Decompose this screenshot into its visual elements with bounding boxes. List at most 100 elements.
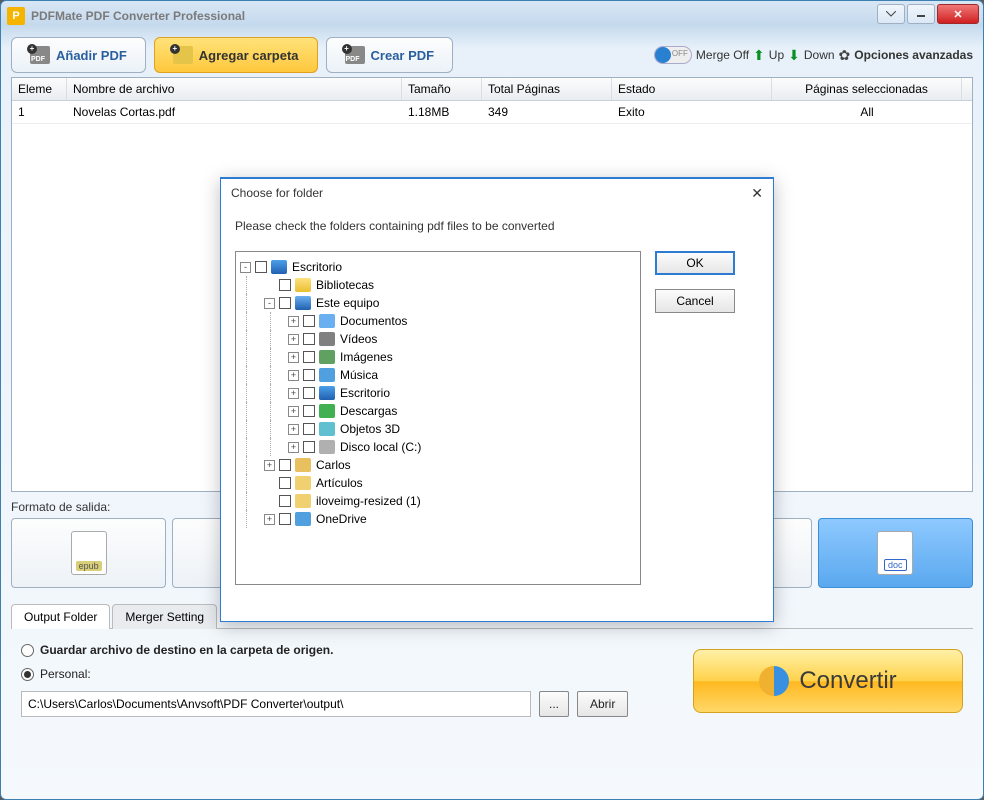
gear-icon[interactable]: ✿ bbox=[839, 47, 851, 64]
checkbox[interactable] bbox=[279, 495, 291, 507]
downloads-icon bbox=[319, 404, 335, 418]
tree-item[interactable]: +Carlos bbox=[240, 456, 636, 474]
obj3d-icon bbox=[319, 422, 335, 436]
browse-button[interactable]: ... bbox=[539, 691, 569, 717]
col-selected[interactable]: Páginas seleccionadas bbox=[772, 78, 962, 100]
close-button[interactable]: ✕ bbox=[937, 4, 979, 24]
expand-icon[interactable]: + bbox=[288, 370, 299, 381]
format-doc[interactable]: doc bbox=[818, 518, 973, 588]
dialog-close-icon[interactable]: ✕ bbox=[751, 185, 763, 202]
checkbox[interactable] bbox=[279, 513, 291, 525]
col-pages[interactable]: Total Páginas bbox=[482, 78, 612, 100]
tree-item[interactable]: Artículos bbox=[240, 474, 636, 492]
window-dropdown-button[interactable] bbox=[877, 4, 905, 24]
expand-icon[interactable]: + bbox=[288, 406, 299, 417]
folder-plus-icon: + bbox=[173, 46, 193, 64]
option-same-folder[interactable]: Guardar archivo de destino en la carpeta… bbox=[21, 643, 693, 657]
minimize-button[interactable] bbox=[907, 4, 935, 24]
tree-item[interactable]: Bibliotecas bbox=[240, 276, 636, 294]
collapse-icon[interactable]: - bbox=[240, 262, 251, 273]
tree-item[interactable]: - Escritorio bbox=[240, 258, 636, 276]
expand-icon[interactable]: + bbox=[264, 460, 275, 471]
tree-item[interactable]: +Descargas bbox=[240, 402, 636, 420]
up-label[interactable]: Up bbox=[769, 48, 784, 62]
option-custom-folder[interactable]: Personal: bbox=[21, 667, 693, 681]
checkbox[interactable] bbox=[279, 477, 291, 489]
disk-icon bbox=[319, 440, 335, 454]
add-folder-button[interactable]: + Agregar carpeta bbox=[154, 37, 318, 73]
expand-icon[interactable]: + bbox=[288, 424, 299, 435]
checkbox[interactable] bbox=[279, 297, 291, 309]
open-button[interactable]: Abrir bbox=[577, 691, 628, 717]
expand-icon[interactable]: + bbox=[288, 316, 299, 327]
pdf-plus-icon: + bbox=[30, 46, 50, 64]
expand-icon[interactable]: + bbox=[264, 514, 275, 525]
checkbox[interactable] bbox=[303, 423, 315, 435]
docs-icon bbox=[319, 314, 335, 328]
cancel-button[interactable]: Cancel bbox=[655, 289, 735, 313]
tree-item[interactable]: + Imágenes bbox=[240, 348, 636, 366]
checkbox[interactable] bbox=[303, 315, 315, 327]
down-arrow-icon[interactable]: ⬇ bbox=[788, 47, 800, 64]
videos-icon bbox=[319, 332, 335, 346]
format-epub[interactable]: epub bbox=[11, 518, 166, 588]
expand-icon[interactable]: + bbox=[288, 442, 299, 453]
tree-item[interactable]: + Vídeos bbox=[240, 330, 636, 348]
checkbox[interactable] bbox=[303, 387, 315, 399]
output-path-input[interactable] bbox=[21, 691, 531, 717]
expand-icon[interactable]: + bbox=[288, 334, 299, 345]
tree-item-label: Objetos 3D bbox=[340, 422, 400, 436]
tab-output-folder[interactable]: Output Folder bbox=[11, 604, 110, 629]
dialog-instruction: Please check the folders containing pdf … bbox=[235, 219, 759, 233]
tree-item-label: Escritorio bbox=[292, 260, 342, 274]
app-title: PDFMate PDF Converter Professional bbox=[31, 9, 877, 23]
tree-item-label: Disco local (C:) bbox=[340, 440, 421, 454]
expand-icon[interactable]: + bbox=[288, 388, 299, 399]
folder-icon bbox=[295, 494, 311, 508]
folder-tree[interactable]: - Escritorio Bibliotecas-Este equipo+Docum… bbox=[235, 251, 641, 585]
tree-item-label: Música bbox=[340, 368, 378, 382]
tree-item[interactable]: + Objetos 3D bbox=[240, 420, 636, 438]
tree-item-label: Imágenes bbox=[340, 350, 393, 364]
tree-item[interactable]: +OneDrive bbox=[240, 510, 636, 528]
up-arrow-icon[interactable]: ⬆ bbox=[753, 47, 765, 64]
convert-button[interactable]: Convertir bbox=[693, 649, 963, 713]
checkbox[interactable] bbox=[303, 405, 315, 417]
down-label[interactable]: Down bbox=[804, 48, 835, 62]
collapse-icon[interactable]: - bbox=[264, 298, 275, 309]
folder-icon bbox=[295, 476, 311, 490]
yellow-icon bbox=[295, 278, 311, 292]
checkbox[interactable] bbox=[303, 369, 315, 381]
tree-item[interactable]: iloveimg-resized (1) bbox=[240, 492, 636, 510]
col-size[interactable]: Tamaño bbox=[402, 78, 482, 100]
tree-item[interactable]: + Música bbox=[240, 366, 636, 384]
checkbox[interactable] bbox=[303, 333, 315, 345]
col-state[interactable]: Estado bbox=[612, 78, 772, 100]
col-index[interactable]: Eleme bbox=[12, 78, 67, 100]
tree-item[interactable]: +Escritorio bbox=[240, 384, 636, 402]
tree-item-label: iloveimg-resized (1) bbox=[316, 494, 421, 508]
add-pdf-button[interactable]: + Añadir PDF bbox=[11, 37, 146, 73]
app-icon: P bbox=[7, 7, 25, 25]
radio-icon bbox=[21, 668, 34, 681]
pdf-plus-icon: + bbox=[345, 46, 365, 64]
advanced-label[interactable]: Opciones avanzadas bbox=[854, 48, 973, 62]
tab-merger-setting[interactable]: Merger Setting bbox=[112, 604, 217, 629]
tree-item-label: Vídeos bbox=[340, 332, 377, 346]
pc-icon bbox=[295, 296, 311, 310]
checkbox[interactable] bbox=[279, 459, 291, 471]
create-pdf-button[interactable]: + Crear PDF bbox=[326, 37, 454, 73]
dialog-title: Choose for folder bbox=[231, 186, 323, 200]
checkbox[interactable] bbox=[255, 261, 267, 273]
table-row[interactable]: 1 Novelas Cortas.pdf 1.18MB 349 Exito Al… bbox=[12, 101, 972, 124]
checkbox[interactable] bbox=[279, 279, 291, 291]
tree-item[interactable]: -Este equipo bbox=[240, 294, 636, 312]
ok-button[interactable]: OK bbox=[655, 251, 735, 275]
merge-toggle[interactable]: OFF bbox=[654, 46, 692, 64]
tree-item[interactable]: +Documentos bbox=[240, 312, 636, 330]
col-name[interactable]: Nombre de archivo bbox=[67, 78, 402, 100]
expand-icon[interactable]: + bbox=[288, 352, 299, 363]
tree-item[interactable]: + Disco local (C:) bbox=[240, 438, 636, 456]
checkbox[interactable] bbox=[303, 441, 315, 453]
checkbox[interactable] bbox=[303, 351, 315, 363]
